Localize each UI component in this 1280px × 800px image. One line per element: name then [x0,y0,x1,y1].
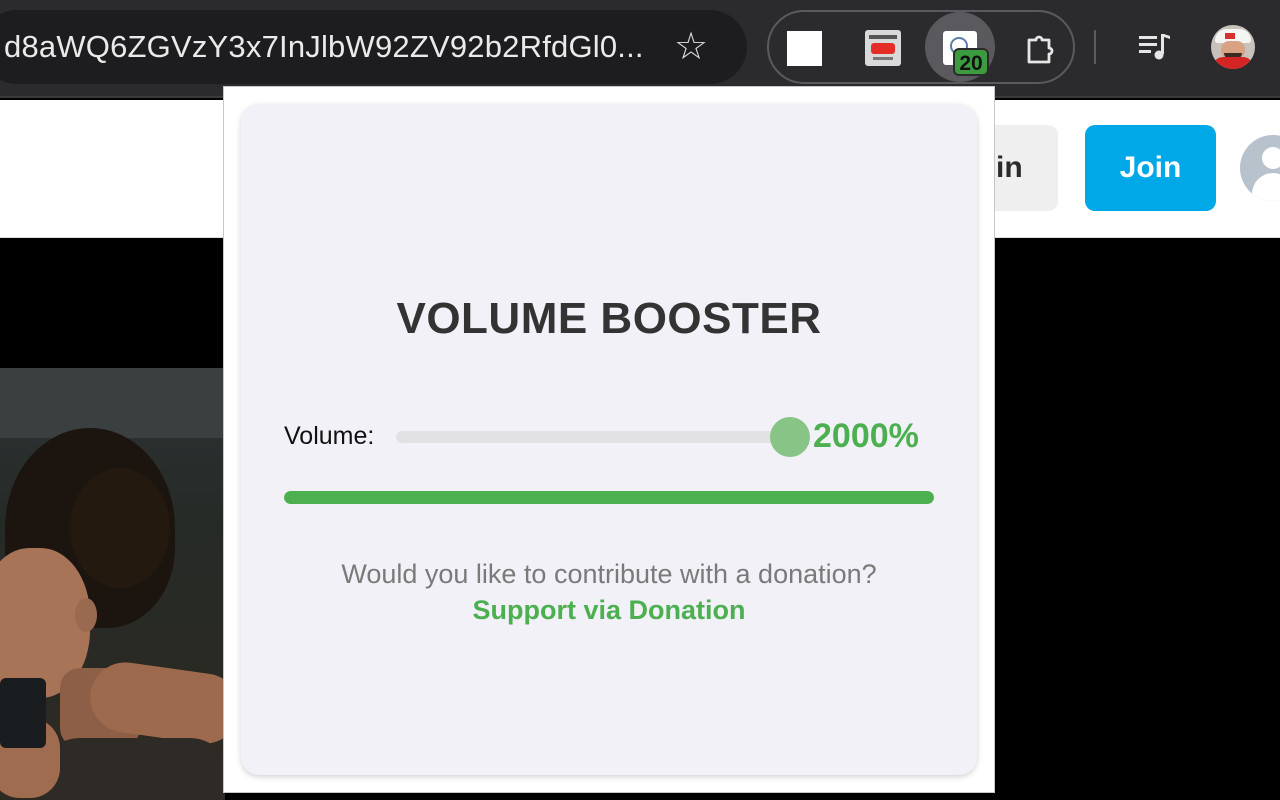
donation-link[interactable]: Support via Donation [241,595,977,626]
extension-badge: 20 [953,48,989,76]
volume-slider[interactable] [396,431,796,443]
scene-phone [0,678,46,748]
youtube-extension-text-icon [869,35,897,39]
media-controls-icon[interactable] [1136,28,1174,66]
scene-hair-bun [70,468,170,588]
scene-wall [0,368,225,438]
address-bar[interactable]: d8aWQ6ZGVzY3x7InJlbW92ZV92b2RfdGl0... ☆ [0,10,747,84]
youtube-extension-icon[interactable] [865,30,901,66]
youtube-extension-caption-icon [873,57,893,60]
scene-ear [75,598,97,632]
donation-prompt: Would you like to contribute with a dona… [341,559,877,589]
volume-level-fill [284,491,934,504]
youtube-logo-icon [871,43,895,54]
volume-booster-panel: VOLUME BOOSTER Volume: 2000% Would you l… [241,104,977,775]
volume-slider-thumb[interactable] [770,417,810,457]
avatar-cap-logo [1225,33,1235,39]
volume-label: Volume: [284,422,375,450]
screen: d8aWQ6ZGVzY3x7InJlbW92ZV92b2RfdGl0... ☆ … [0,0,1280,800]
extensions-puzzle-icon[interactable] [1021,30,1057,66]
browser-toolbar: d8aWQ6ZGVzY3x7InJlbW92ZV92b2RfdGl0... ☆ … [0,0,1280,98]
blank-extension-icon[interactable] [787,31,822,66]
url-text[interactable]: d8aWQ6ZGVzY3x7InJlbW92ZV92b2RfdGl0... [4,10,644,84]
user-icon-head [1262,147,1280,169]
volume-value: 2000% [813,417,919,455]
popup-title: VOLUME BOOSTER [396,294,822,343]
join-button[interactable]: Join [1085,125,1216,211]
volume-level-bar [284,491,934,504]
user-icon-body [1252,173,1280,201]
extensions-group [767,10,1075,84]
video-frame-image [0,368,225,800]
scene-shoulder [40,738,225,800]
avatar-shirt [1213,57,1253,69]
profile-avatar[interactable] [1211,25,1255,69]
toolbar-divider [1094,30,1096,64]
bookmark-star-icon[interactable]: ☆ [670,26,712,68]
